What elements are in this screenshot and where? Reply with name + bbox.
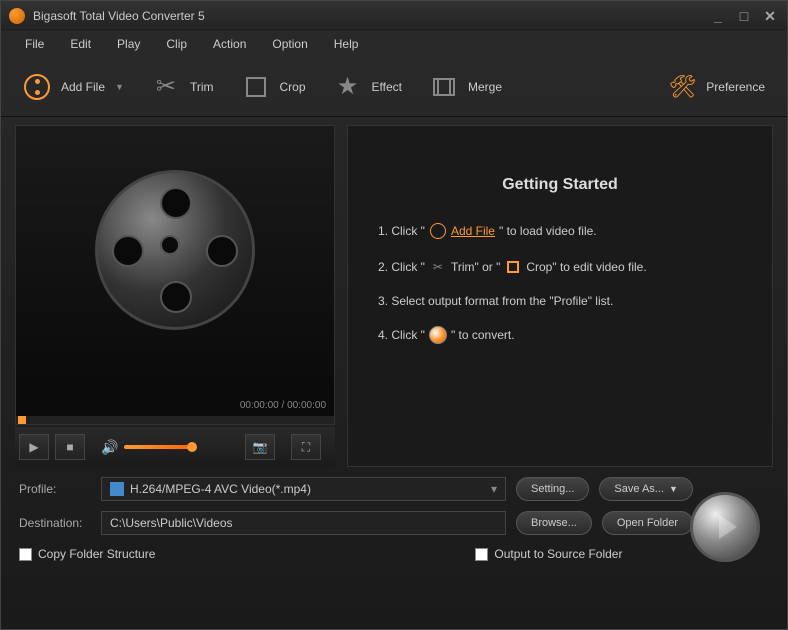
app-icon [9, 8, 25, 24]
effect-button[interactable]: ★ Effect [334, 73, 402, 101]
checkbox-icon [19, 548, 32, 561]
add-file-link[interactable]: Add File [451, 224, 495, 238]
profile-dropdown[interactable]: H.264/MPEG-4 AVC Video(*.mp4) ▾ [101, 477, 506, 501]
scissors-icon: ✂ [429, 258, 447, 276]
close-button[interactable]: ✕ [761, 9, 779, 23]
play-button[interactable]: ▶ [19, 434, 49, 460]
volume-handle[interactable] [187, 442, 197, 452]
step-2: 2. Click " ✂ Trim" or " Crop" to edit vi… [378, 258, 742, 276]
step-4: 4. Click " " to convert. [378, 326, 742, 344]
titlebar: Bigasoft Total Video Converter 5 _ □ ✕ [1, 1, 787, 31]
convert-button[interactable] [690, 492, 760, 562]
maximize-button[interactable]: □ [735, 9, 753, 23]
merge-label: Merge [468, 80, 502, 94]
trim-button[interactable]: ✂ Trim [152, 73, 214, 101]
fullscreen-button[interactable]: ⛶ [291, 434, 321, 460]
preference-button[interactable]: 🛠 Preference [668, 73, 765, 101]
minimize-button[interactable]: _ [709, 9, 727, 23]
settings-area: Profile: H.264/MPEG-4 AVC Video(*.mp4) ▾… [1, 467, 787, 571]
step-3: 3. Select output format from the "Profil… [378, 294, 742, 308]
browse-button[interactable]: Browse... [516, 511, 592, 535]
checkbox-icon [475, 548, 488, 561]
toolbar: Add File ▼ ✂ Trim Crop ★ Effect Merge 🛠 … [1, 57, 787, 117]
merge-button[interactable]: Merge [430, 73, 502, 101]
window-title: Bigasoft Total Video Converter 5 [33, 9, 709, 23]
effect-label: Effect [372, 80, 402, 94]
getting-started-title: Getting Started [378, 176, 742, 194]
profile-value: H.264/MPEG-4 AVC Video(*.mp4) [130, 482, 311, 496]
play-icon [719, 515, 737, 539]
film-reel-icon [429, 222, 447, 240]
snapshot-button[interactable]: 📷 [245, 434, 275, 460]
getting-started-pane: Getting Started 1. Click " Add File " to… [347, 125, 773, 467]
destination-label: Destination: [19, 516, 91, 530]
film-reel-graphic [85, 170, 265, 350]
tools-icon: 🛠 [668, 73, 696, 101]
scissors-icon: ✂ [152, 73, 180, 101]
dropdown-arrow-icon: ▼ [115, 82, 124, 92]
chevron-down-icon: ▾ [491, 482, 497, 496]
seek-handle[interactable] [18, 416, 26, 424]
step-1: 1. Click " Add File " to load video file… [378, 222, 742, 240]
preview-placeholder [16, 126, 334, 394]
save-as-button[interactable]: Save As... ▼ [599, 477, 692, 501]
destination-input[interactable]: C:\Users\Public\Videos [101, 511, 506, 535]
add-file-button[interactable]: Add File ▼ [23, 73, 124, 101]
crop-label: Crop [280, 80, 306, 94]
menu-action[interactable]: Action [201, 34, 258, 54]
menubar: File Edit Play Clip Action Option Help [1, 31, 787, 57]
trim-label: Trim [190, 80, 214, 94]
menu-clip[interactable]: Clip [154, 34, 199, 54]
menu-help[interactable]: Help [322, 34, 371, 54]
volume-slider[interactable] [124, 445, 194, 449]
app-window: Bigasoft Total Video Converter 5 _ □ ✕ F… [0, 0, 788, 630]
menu-option[interactable]: Option [260, 34, 319, 54]
copy-folder-structure-checkbox[interactable]: Copy Folder Structure [19, 547, 155, 561]
destination-value: C:\Users\Public\Videos [110, 516, 233, 530]
output-to-source-checkbox[interactable]: Output to Source Folder [475, 547, 622, 561]
crop-icon [504, 258, 522, 276]
crop-icon [242, 73, 270, 101]
open-folder-button[interactable]: Open Folder [602, 511, 693, 535]
menu-play[interactable]: Play [105, 34, 152, 54]
profile-label: Profile: [19, 482, 91, 496]
crop-button[interactable]: Crop [242, 73, 306, 101]
seek-bar[interactable] [16, 416, 334, 424]
player-controls: ▶ ■ 🔊 📷 ⛶ [15, 427, 335, 467]
star-icon: ★ [334, 73, 362, 101]
add-file-label: Add File [61, 80, 105, 94]
setting-button[interactable]: Setting... [516, 477, 589, 501]
convert-icon [429, 326, 447, 344]
mp4-format-icon [110, 482, 124, 496]
film-reel-icon [23, 73, 51, 101]
volume-icon[interactable]: 🔊 [101, 439, 118, 456]
preview-pane: 00:00:00 / 00:00:00 [15, 125, 335, 425]
chevron-down-icon: ▼ [669, 484, 678, 494]
preference-label: Preference [706, 80, 765, 94]
menu-edit[interactable]: Edit [58, 34, 103, 54]
stop-button[interactable]: ■ [55, 434, 85, 460]
timecode-display: 00:00:00 / 00:00:00 [16, 394, 334, 416]
menu-file[interactable]: File [13, 34, 56, 54]
merge-icon [430, 73, 458, 101]
